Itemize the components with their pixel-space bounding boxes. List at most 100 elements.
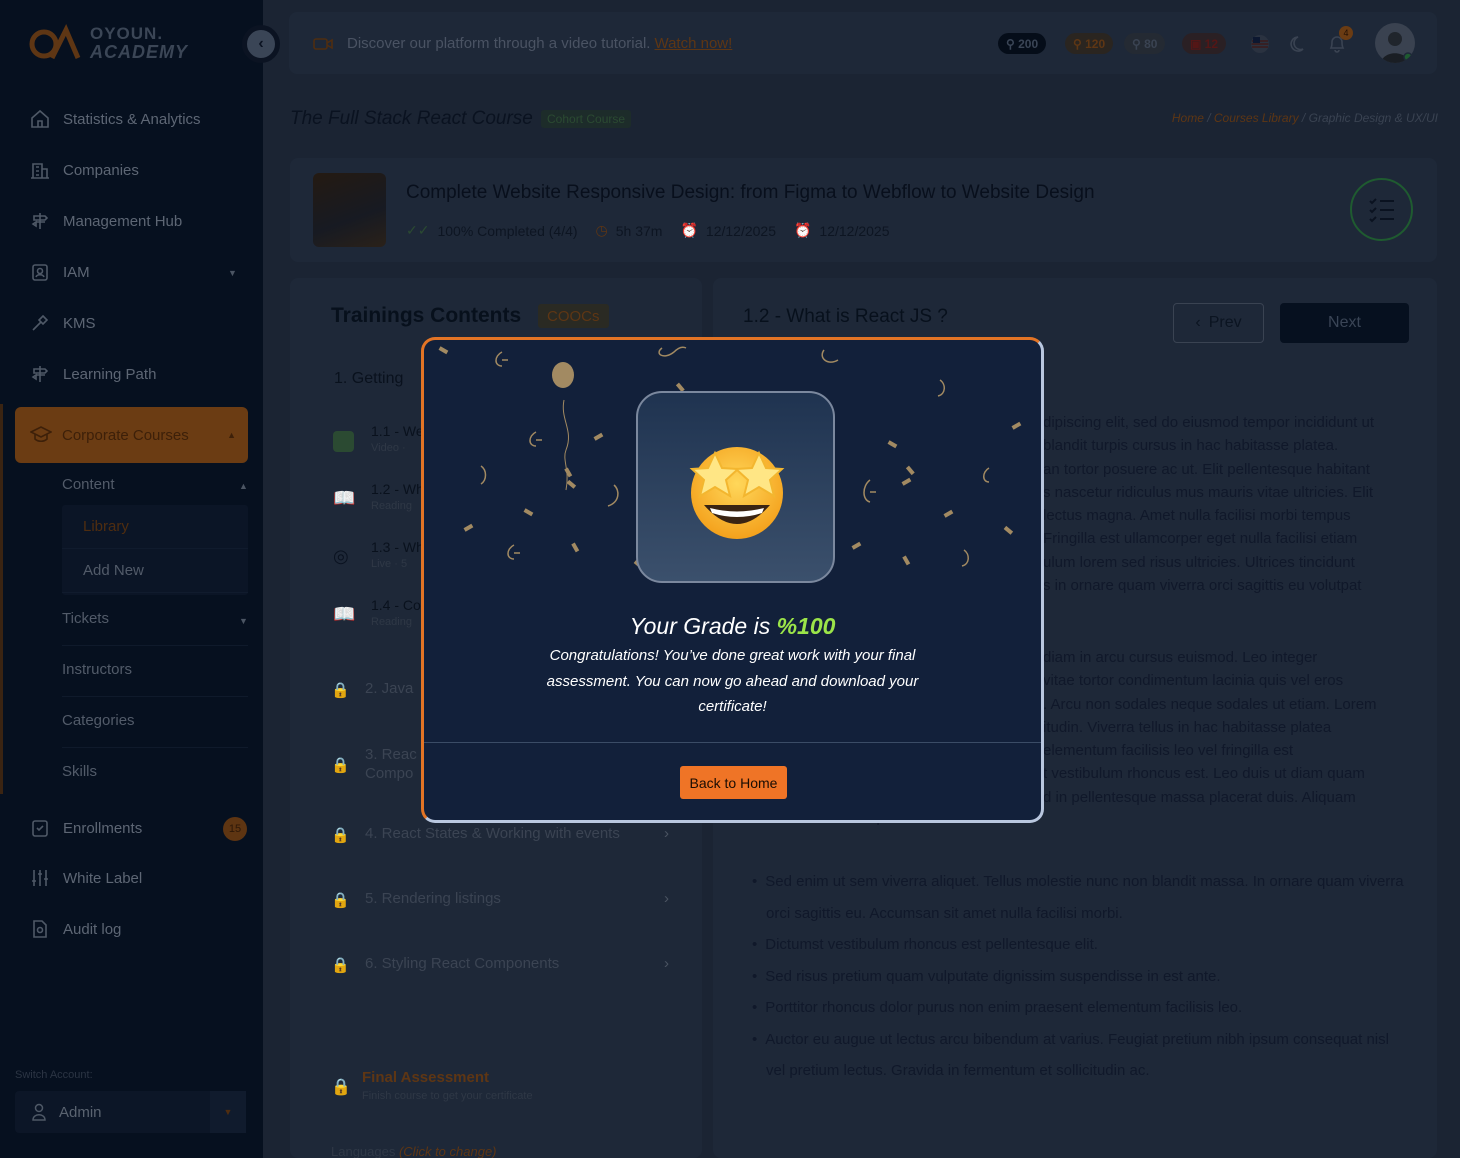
chevron-right-icon: › <box>664 825 669 842</box>
lesson-title: 1.3 - Wh <box>371 539 424 555</box>
book-icon: 📖 <box>333 488 356 508</box>
list-item: Porttitor rhoncus dolor purus non enim p… <box>752 992 1412 1024</box>
sidebar-item-iam[interactable]: IAM <box>30 262 90 282</box>
lesson-meta: Video · <box>371 442 406 454</box>
us-flag-icon[interactable] <box>1250 34 1270 54</box>
module-1-title[interactable]: 1. Getting <box>334 370 403 388</box>
next-button[interactable]: Next <box>1280 303 1409 343</box>
lesson-title: 1.2 - What is React JS ? <box>743 306 948 327</box>
chevron-right-icon: › <box>664 890 669 907</box>
sidebar-sub-library[interactable]: Library <box>62 505 248 549</box>
chevron-right-icon: › <box>664 955 669 972</box>
module-4[interactable]: 🔒 4. React States & Working with events › <box>331 825 669 844</box>
sidebar-item-white-label[interactable]: White Label <box>30 868 142 888</box>
sidebar-item-audit-log[interactable]: Audit log <box>30 919 121 939</box>
grade-modal: Your Grade is %100 Congratulations! You’… <box>421 337 1044 823</box>
checklist-button[interactable] <box>1350 178 1413 241</box>
text-line: elementum facilisis leo vel fringilla es… <box>1043 742 1294 760</box>
grade-prefix: Your Grade is <box>629 613 777 639</box>
module-2[interactable]: 🔒 2. Java <box>331 680 413 699</box>
sidebar-item-learning-path[interactable]: Learning Path <box>30 364 156 384</box>
lock-icon: 🔒 <box>331 757 350 774</box>
silver-value: 80 <box>1144 36 1158 51</box>
languages-selector[interactable]: Languages (Click to change) <box>331 1144 497 1158</box>
breadcrumb: Home / Courses Library / Graphic Design … <box>1171 111 1438 125</box>
logo-mark-icon <box>29 24 81 60</box>
lesson-title: 1.4 - Co <box>371 597 421 613</box>
course-summary-card: Complete Website Responsive Design: from… <box>290 158 1437 262</box>
lesson-1-2[interactable]: 1.2 - Wh Reading <box>371 481 424 512</box>
sidebar-sub-content[interactable]: Content <box>62 476 115 493</box>
sidebar-item-label: Statistics & Analytics <box>63 110 201 128</box>
sidebar-sub-skills[interactable]: Skills <box>62 763 97 780</box>
top-bar: Discover our platform through a video tu… <box>289 12 1437 74</box>
chevron-down-icon[interactable]: ▼ <box>228 268 237 278</box>
module-5[interactable]: 🔒 5. Rendering listings › <box>331 890 669 909</box>
lesson-bullet-list: Sed enim ut sem viverra aliquet. Tellus … <box>752 866 1412 1087</box>
clock-icon: ◷ <box>595 222 608 238</box>
lock-icon: 🔒 <box>331 681 350 699</box>
active-indicator <box>0 404 3 794</box>
switch-account-value: Admin <box>59 1103 102 1121</box>
points-pill[interactable]: ⚲ 200 <box>998 33 1047 54</box>
prev-button[interactable]: ‹ Prev <box>1173 303 1264 343</box>
lesson-1-4[interactable]: 1.4 - Co Reading <box>371 597 421 628</box>
sidebar-item-management-hub[interactable]: Management Hub <box>30 211 182 231</box>
text-line: Fringilla est ullamcorper eget nulla fac… <box>1043 530 1358 548</box>
lesson-1-1[interactable]: 1.1 - We Video · <box>371 423 424 454</box>
lesson-title: 1.2 - Wh <box>371 481 424 497</box>
course-title: Complete Website Responsive Design: from… <box>406 182 1095 203</box>
sidebar-sub-categories[interactable]: Categories <box>62 712 135 729</box>
lesson-1-3[interactable]: 1.3 - Wh Live · 5 <box>371 539 424 570</box>
sidebar-item-enrollments[interactable]: Enrollments <box>30 818 142 838</box>
text-line: an tortor posuere ac ut. Elit pellentesq… <box>1043 460 1370 478</box>
sidebar-sub-add-new[interactable]: Add New <box>62 549 248 593</box>
languages-label: Languages <box>331 1144 396 1158</box>
chevron-up-icon[interactable]: ▲ <box>239 481 248 491</box>
avatar[interactable] <box>1375 23 1415 63</box>
brand-line2: ACADEMY <box>90 42 189 62</box>
module-title: 6. Styling React Components <box>365 955 560 972</box>
switch-account-label: Switch Account: <box>15 1069 93 1081</box>
sidebar-item-kms[interactable]: KMS <box>30 313 96 333</box>
back-to-home-button[interactable]: Back to Home <box>680 766 787 799</box>
divider <box>62 645 248 646</box>
sidebar-item-statistics[interactable]: Statistics & Analytics <box>30 109 201 129</box>
brand-logo[interactable]: OYOUN. ACADEMY <box>28 24 188 62</box>
final-assessment-title: Final Assessment <box>362 1069 489 1086</box>
silver-pill[interactable]: ⚲ 80 <box>1124 33 1166 54</box>
collapse-sidebar-button[interactable]: ‹ <box>242 25 280 63</box>
moon-icon[interactable] <box>1289 34 1309 54</box>
modal-divider <box>424 742 1041 743</box>
notification-count-badge: 4 <box>1339 26 1353 40</box>
tools-icon <box>32 314 49 331</box>
chevron-down-icon[interactable]: ▼ <box>239 616 248 626</box>
gold-value: 120 <box>1085 36 1106 51</box>
switch-account-select[interactable]: Admin ▼ <box>15 1091 246 1133</box>
watch-now-link[interactable]: Watch now! <box>654 35 732 52</box>
signpost-icon <box>31 213 49 229</box>
gift-pill[interactable]: ▣ 12 <box>1182 33 1227 54</box>
alarm-icon: ⏰ <box>680 222 698 238</box>
user-avatar-icon <box>1381 32 1413 63</box>
module-title-line2: Compo <box>365 765 414 782</box>
breadcrumb-home[interactable]: Home <box>1172 111 1204 125</box>
lock-icon: 🔒 <box>331 891 350 909</box>
final-assessment[interactable]: 🔒 Final Assessment Finish course to get … <box>331 1069 533 1102</box>
lock-icon: 🔒 <box>331 956 350 974</box>
content-submenu: Library Add New <box>62 505 248 595</box>
breadcrumb-library[interactable]: Courses Library <box>1214 111 1299 125</box>
enrollments-badge: 15 <box>223 817 247 841</box>
sidebar-item-corporate-courses[interactable]: Corporate Courses ▲ <box>15 407 248 463</box>
lesson-meta: Reading <box>371 500 412 512</box>
module-3[interactable]: 🔒 3. Reac Compo <box>331 745 417 783</box>
text-line: t vestibulum rhoncus est. Leo duis ut di… <box>1043 765 1365 783</box>
sidebar-sub-tickets[interactable]: Tickets <box>62 610 109 627</box>
gold-pill[interactable]: ⚲ 120 <box>1065 33 1114 54</box>
building-icon <box>31 163 49 179</box>
text-line: lectus magna. Amet nulla facilisi morbi … <box>1043 507 1351 525</box>
module-6[interactable]: 🔒 6. Styling React Components › <box>331 955 669 974</box>
sidebar-item-companies[interactable]: Companies <box>30 160 139 180</box>
lesson-paragraph-1: dipiscing elit, sed do eiusmod tempor in… <box>1043 411 1413 597</box>
sidebar-sub-instructors[interactable]: Instructors <box>62 661 132 678</box>
